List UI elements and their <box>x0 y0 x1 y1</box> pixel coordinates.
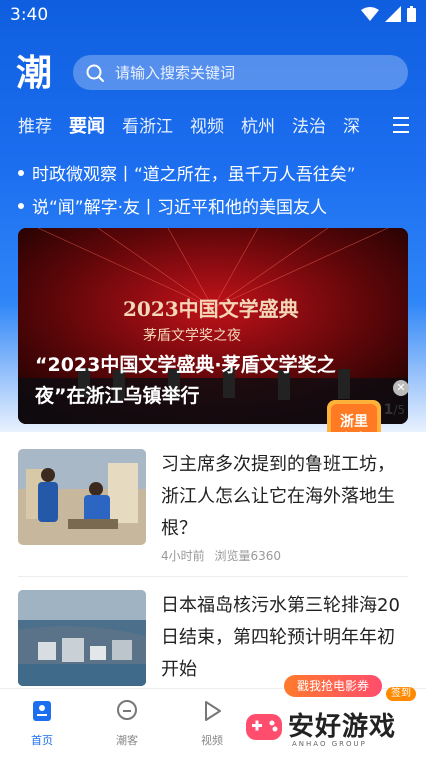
search-icon <box>86 64 104 82</box>
gamepad-icon <box>246 714 282 740</box>
poster-subtitle: 茅盾文学奖之夜 <box>143 327 241 344</box>
nav-label: 首页 <box>31 734 53 747</box>
banner-pagination: 1/5 <box>383 402 405 418</box>
news-time: 4小时前 <box>161 549 205 563</box>
poster-title: 2023中国文学盛典 <box>123 297 299 321</box>
watermark-text: 安好游戏 <box>288 712 397 742</box>
category-tabs: 推荐 要闻 看浙江 视频 杭州 法治 深 <box>18 113 388 143</box>
news-item[interactable]: 习主席多次提到的鲁班工坊，浙江人怎么让它在海外落地生根？ 4小时前 浏览量636… <box>18 449 408 563</box>
tab-recommend[interactable]: 推荐 <box>18 113 52 143</box>
chat-icon <box>117 700 137 720</box>
svg-text:浙里: 浙里 <box>340 413 368 430</box>
app-logo[interactable]: 潮 <box>16 52 60 94</box>
news-thumbnail <box>18 590 146 686</box>
nav-label: 视频 <box>201 734 223 747</box>
watermark: 安好游戏 ANHAO GROUP <box>244 700 420 752</box>
headline-text: 时政微观察丨“道之所在，虽千万人吾往矣” <box>32 165 356 185</box>
signal-icon <box>385 6 401 22</box>
checkin-badge[interactable]: 签到 <box>386 687 416 701</box>
tab-deep[interactable]: 深 <box>343 113 360 143</box>
tab-zhejiang[interactable]: 看浙江 <box>122 113 173 143</box>
close-icon[interactable]: ✕ <box>393 380 409 396</box>
search-bar[interactable] <box>73 55 408 90</box>
promo-button[interactable]: 戳我抢电影券 <box>284 675 382 697</box>
news-meta: 4小时前 浏览量6360 <box>161 547 281 564</box>
news-views: 浏览量6360 <box>214 549 282 563</box>
bullet-icon <box>18 169 24 176</box>
battery-icon <box>407 6 416 22</box>
search-input[interactable] <box>113 62 387 83</box>
tab-law[interactable]: 法治 <box>292 113 326 143</box>
news-title: 习主席多次提到的鲁班工坊，浙江人怎么让它在海外落地生根？ <box>161 454 395 539</box>
home-icon <box>33 701 51 721</box>
status-time: 3:40 <box>10 5 49 25</box>
menu-icon[interactable] <box>393 117 409 135</box>
headline-text: 说“闻”解字·友丨习近平和他的美国友人 <box>32 198 328 218</box>
tab-news[interactable]: 要闻 <box>69 113 105 143</box>
nav-chaoke[interactable]: 潮客 <box>97 699 157 748</box>
headline-item[interactable]: 时政微观察丨“道之所在，虽千万人吾往矣” <box>18 160 356 185</box>
news-thumbnail <box>18 449 146 545</box>
play-icon <box>205 701 221 721</box>
bullet-icon <box>18 202 24 209</box>
watermark-subtext: ANHAO GROUP <box>292 740 367 748</box>
nav-video[interactable]: 视频 <box>182 699 242 748</box>
news-title: 日本福岛核污水第三轮排海20日结束，第四轮预计明年年初开始 <box>161 595 400 680</box>
nav-home[interactable]: 首页 <box>12 699 72 748</box>
nav-label: 潮客 <box>116 734 138 747</box>
divider <box>18 576 408 577</box>
tab-video[interactable]: 视频 <box>190 113 224 143</box>
headline-item[interactable]: 说“闻”解字·友丨习近平和他的美国友人 <box>18 193 327 218</box>
tab-hangzhou[interactable]: 杭州 <box>241 113 275 143</box>
wifi-icon <box>361 7 379 21</box>
status-bar: 3:40 <box>0 0 426 30</box>
